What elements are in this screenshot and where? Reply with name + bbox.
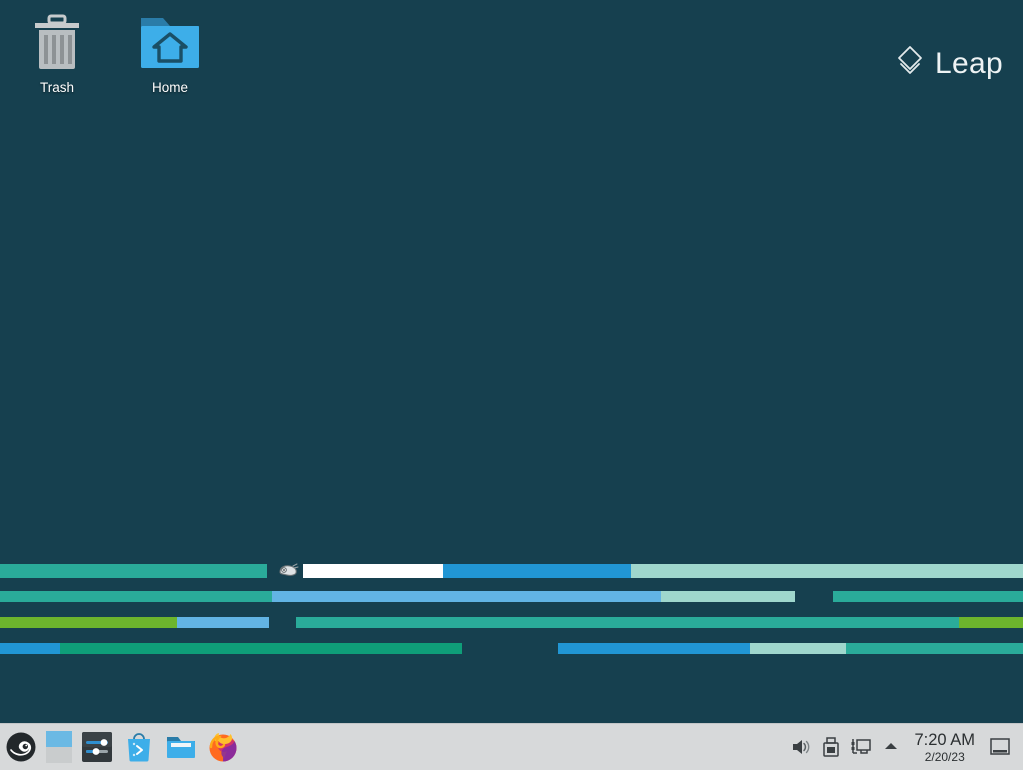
bar-segment: [0, 643, 60, 654]
bar-segment: [0, 617, 177, 628]
bar-segment: [443, 564, 631, 578]
desktop-icon-label: Home: [151, 80, 188, 95]
bar-segment: [60, 643, 462, 654]
desktop-icon-trash[interactable]: Trash: [1, 10, 113, 96]
bar-row-2: [0, 591, 1023, 602]
desktop-icon-home[interactable]: Home: [114, 10, 226, 96]
bar-segment: [0, 564, 267, 578]
clock-time: 7:20 AM: [914, 730, 975, 749]
virtual-desktop-pager[interactable]: [42, 724, 76, 770]
system-tray: 7:20 AM 2/20/23: [786, 724, 1023, 770]
file-manager-button[interactable]: [160, 724, 202, 770]
bar-segment: [177, 617, 269, 628]
clock-date: 2/20/23: [924, 749, 965, 764]
removable-devices-tray-button[interactable]: [816, 724, 846, 770]
web-browser-button[interactable]: [202, 724, 244, 770]
network-tray-button[interactable]: [846, 724, 876, 770]
bar-segment: [661, 591, 795, 602]
chevron-up-icon: [885, 743, 898, 749]
show-hidden-tray-button[interactable]: [876, 724, 906, 770]
bar-segment: [558, 643, 750, 654]
bar-row-1: [0, 564, 1023, 578]
system-settings-button[interactable]: [76, 724, 118, 770]
discover-button[interactable]: [118, 724, 160, 770]
usb-device-icon: [823, 737, 840, 757]
panel-left-section: [0, 724, 244, 770]
leap-label: Leap: [935, 46, 1003, 80]
opensuse-leap-diamond-icon: [896, 45, 924, 82]
bar-segment: [0, 591, 272, 602]
bar-segment: [846, 643, 1023, 654]
bar-segment: [272, 591, 661, 602]
decorative-bars: [0, 560, 1023, 665]
trash-icon: [1, 10, 113, 74]
bar-segment: [631, 564, 1023, 578]
bar-segment: [303, 564, 443, 578]
taskbar-panel: 7:20 AM 2/20/23: [0, 723, 1023, 770]
folder-home-icon: [114, 10, 226, 74]
bar-segment: [296, 617, 959, 628]
bar-segment: [750, 643, 846, 654]
bar-row-3: [0, 617, 1023, 628]
settings-sliders-icon: [82, 732, 112, 762]
firefox-icon: [209, 733, 237, 762]
minimize-all-windows-icon: [990, 738, 1010, 755]
dolphin-folder-icon: [167, 737, 195, 758]
geeko-chameleon-cursor-icon: [277, 562, 299, 578]
show-desktop-button[interactable]: [983, 724, 1017, 770]
pager-desktop-1[interactable]: [46, 731, 72, 747]
network-monitor-icon: [851, 739, 872, 754]
digital-clock[interactable]: 7:20 AM 2/20/23: [906, 724, 983, 770]
pager-desktop-2[interactable]: [46, 747, 72, 763]
speaker-volume-icon: [793, 740, 810, 754]
panel-spacer: [244, 724, 786, 770]
desktop-surface[interactable]: Trash Home Leap: [0, 0, 1023, 723]
discover-shopping-bag-icon: [128, 733, 150, 762]
bar-segment: [959, 617, 1023, 628]
volume-tray-button[interactable]: [786, 724, 816, 770]
bar-segment: [833, 591, 1023, 602]
application-launcher-button[interactable]: [0, 724, 42, 770]
opensuse-geeko-icon: [6, 732, 36, 762]
desktop-icon-label: Trash: [39, 80, 74, 95]
bar-row-4: [0, 643, 1023, 654]
leap-branding: Leap: [896, 45, 1003, 82]
